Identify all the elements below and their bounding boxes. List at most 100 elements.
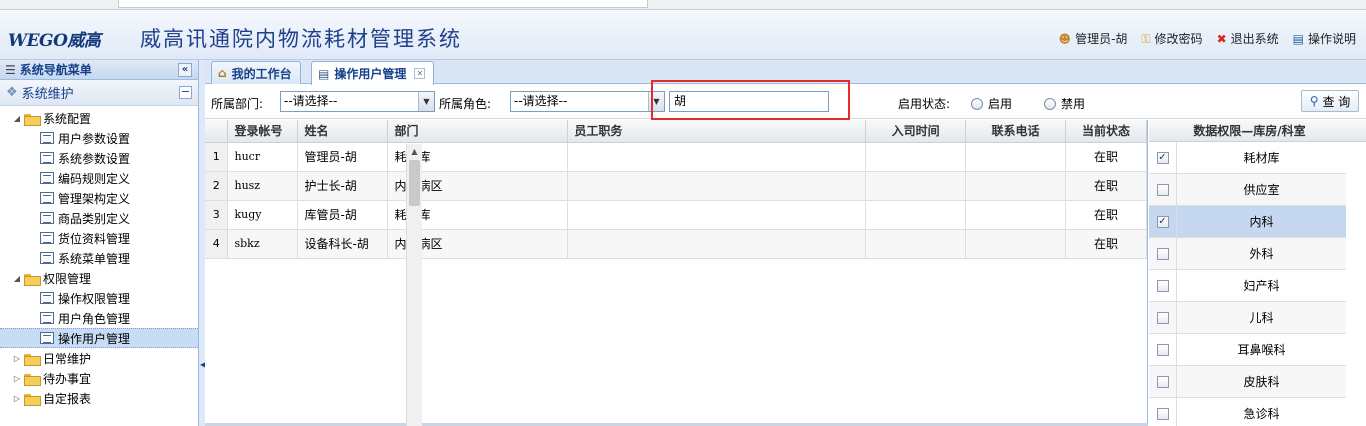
tree-group-permissions[interactable]: ◢ 权限管理 bbox=[0, 268, 198, 288]
cell-phone bbox=[965, 142, 1067, 172]
tree-item-location-data[interactable]: 货位资料管理 bbox=[0, 228, 198, 248]
permission-row[interactable]: ✓ 内科 bbox=[1149, 205, 1346, 238]
permission-panel-title: 数据权限—库房/科室 bbox=[1149, 120, 1366, 142]
permission-checkbox[interactable] bbox=[1156, 183, 1169, 196]
cell-status: 在职 bbox=[1065, 200, 1147, 230]
permission-checkbox[interactable] bbox=[1156, 311, 1169, 324]
tree-item-operation-permissions[interactable]: 操作权限管理 bbox=[0, 288, 198, 308]
table-row[interactable]: 4 sbkz 设备科长-胡 内二病区 在职 bbox=[205, 229, 1147, 259]
permission-checkbox[interactable] bbox=[1156, 343, 1169, 356]
folder-icon bbox=[24, 373, 41, 386]
name-search-input[interactable]: 胡 bbox=[669, 91, 829, 112]
cell-name: 管理员-胡 bbox=[297, 142, 389, 172]
search-button[interactable]: ⚲ 查 询 bbox=[1301, 90, 1359, 112]
tree-item-system-menu[interactable]: 系统菜单管理 bbox=[0, 248, 198, 268]
permission-row[interactable]: 外科 bbox=[1149, 237, 1346, 270]
tree-item-operation-users[interactable]: 操作用户管理 bbox=[0, 328, 198, 348]
tab-workbench[interactable]: ⌂ 我的工作台 bbox=[211, 61, 301, 84]
table-row[interactable]: 1 hucr 管理员-胡 耗材库 在职 bbox=[205, 142, 1147, 172]
column-header-hire-date[interactable]: 入司时间 bbox=[865, 120, 967, 143]
chevron-down-icon: ▼ bbox=[418, 92, 434, 111]
users-table: 登录帐号 姓名 部门 员工职务 入司时间 联系电话 当前状态 1 hucr 管理… bbox=[205, 120, 1147, 259]
role-select[interactable]: --请选择-- ▼ bbox=[510, 91, 665, 112]
tree-item-label: 用户参数设置 bbox=[58, 131, 131, 146]
tree-group-daily-maintenance[interactable]: ▷ 日常维护 bbox=[0, 348, 198, 368]
permission-row[interactable]: 皮肤科 bbox=[1149, 365, 1346, 398]
tree-item-user-roles[interactable]: 用户角色管理 bbox=[0, 308, 198, 328]
scrollbar-thumb[interactable] bbox=[409, 160, 420, 206]
permission-checkbox[interactable] bbox=[1156, 247, 1169, 260]
permission-row[interactable]: 急诊科 bbox=[1149, 397, 1346, 426]
logout-link[interactable]: ✖ 退出系统 bbox=[1217, 30, 1279, 47]
permission-row[interactable]: 耳鼻喉科 bbox=[1149, 333, 1346, 366]
column-header-position[interactable]: 员工职务 bbox=[567, 120, 867, 143]
page-icon bbox=[40, 232, 54, 244]
permission-checkbox[interactable] bbox=[1156, 375, 1169, 388]
permission-checkbox[interactable]: ✓ bbox=[1156, 215, 1169, 228]
table-row[interactable]: 2 husz 护士长-胡 内二病区 在职 bbox=[205, 171, 1147, 201]
permission-row[interactable]: 妇产科 bbox=[1149, 269, 1346, 302]
column-header-phone[interactable]: 联系电话 bbox=[965, 120, 1067, 143]
tree-item-product-category[interactable]: 商品类别定义 bbox=[0, 208, 198, 228]
disabled-radio-label: 禁用 bbox=[1061, 97, 1086, 111]
collapse-sidebar-button[interactable]: « bbox=[178, 63, 192, 77]
enabled-radio[interactable]: 启用 bbox=[971, 95, 1012, 112]
tree-group-custom-reports[interactable]: ▷ 自定报表 bbox=[0, 388, 198, 408]
column-header-name[interactable]: 姓名 bbox=[297, 120, 389, 143]
permission-row[interactable]: 供应室 bbox=[1149, 173, 1346, 206]
browser-url-strip bbox=[0, 0, 1366, 10]
book-icon: ▤ bbox=[1292, 31, 1304, 46]
page-icon bbox=[40, 312, 54, 324]
tree-item-label: 系统参数设置 bbox=[58, 151, 131, 166]
cell-name: 护士长-胡 bbox=[297, 171, 389, 201]
table-row[interactable]: 3 kugy 库管员-胡 耗材库 在职 bbox=[205, 200, 1147, 230]
permission-scrollbar[interactable]: ▲ bbox=[406, 144, 422, 426]
cell-status: 在职 bbox=[1065, 142, 1147, 172]
enabled-radio-label: 启用 bbox=[988, 97, 1013, 111]
section-header[interactable]: ❖ 系统维护 − bbox=[0, 80, 198, 106]
tree-item-user-params[interactable]: 用户参数设置 bbox=[0, 128, 198, 148]
sidebar: ☰ 系统导航菜单 « ❖ 系统维护 − ◢ 系统配置 用户参数设置 系统参数设置 … bbox=[0, 60, 199, 426]
permission-checkbox[interactable] bbox=[1156, 279, 1169, 292]
department-select[interactable]: --请选择-- ▼ bbox=[280, 91, 435, 112]
permission-checkbox[interactable]: ✓ bbox=[1156, 151, 1169, 164]
column-header-status[interactable]: 当前状态 bbox=[1065, 120, 1147, 143]
section-collapse-button[interactable]: − bbox=[179, 86, 192, 99]
sidebar-title: 系统导航菜单 bbox=[19, 63, 92, 77]
page-icon bbox=[40, 132, 54, 144]
page-icon bbox=[40, 292, 54, 304]
tab-operation-users[interactable]: ▤ 操作用户管理 ✕ bbox=[311, 61, 435, 85]
main-panel: ⌂ 我的工作台 ▤ 操作用户管理 ✕ 所属部门: --请选择-- ▼ 所属角色: --请… bbox=[205, 60, 1366, 426]
permission-checkbox[interactable] bbox=[1156, 407, 1169, 420]
tree-group-todo[interactable]: ▷ 待办事宜 bbox=[0, 368, 198, 388]
tree-item-label: 操作权限管理 bbox=[58, 291, 131, 306]
page-icon bbox=[40, 252, 54, 264]
current-user-link[interactable]: ☻ 管理员-胡 bbox=[1059, 30, 1128, 47]
tree-item-org-structure[interactable]: 管理架构定义 bbox=[0, 188, 198, 208]
folder-icon bbox=[24, 393, 41, 406]
page-icon bbox=[40, 332, 54, 344]
column-header-login[interactable]: 登录帐号 bbox=[227, 120, 299, 143]
tree-group-system-config[interactable]: ◢ 系统配置 bbox=[0, 108, 198, 128]
scroll-up-arrow-icon[interactable]: ▲ bbox=[407, 144, 422, 160]
table-header-row: 登录帐号 姓名 部门 员工职务 入司时间 联系电话 当前状态 bbox=[205, 120, 1147, 143]
close-tab-icon[interactable]: ✕ bbox=[414, 68, 426, 79]
permission-row[interactable]: ✓ 耗材库 bbox=[1149, 141, 1346, 174]
top-links: ☻ 管理员-胡 ⚿ 修改密码 ✖ 退出系统 ▤ 操作说明 bbox=[1059, 30, 1356, 47]
tree-item-label: 系统菜单管理 bbox=[58, 251, 131, 266]
tree-group-label: 自定报表 bbox=[43, 391, 92, 406]
tree-item-label: 货位资料管理 bbox=[58, 231, 131, 246]
permission-name: 急诊科 bbox=[1243, 407, 1280, 421]
cell-login: sbkz bbox=[227, 229, 299, 259]
change-password-link[interactable]: ⚿ 修改密码 bbox=[1141, 30, 1202, 47]
row-number: 3 bbox=[205, 200, 229, 230]
tree-item-code-rules[interactable]: 编码规则定义 bbox=[0, 168, 198, 188]
column-header-department[interactable]: 部门 bbox=[387, 120, 569, 143]
tree-item-system-params[interactable]: 系统参数设置 bbox=[0, 148, 198, 168]
permission-row[interactable]: 儿科 bbox=[1149, 301, 1346, 334]
folder-open-icon bbox=[24, 273, 41, 286]
tree-item-label: 编码规则定义 bbox=[58, 171, 131, 186]
help-link[interactable]: ▤ 操作说明 bbox=[1293, 30, 1356, 47]
address-bar[interactable] bbox=[118, 0, 648, 8]
disabled-radio[interactable]: 禁用 bbox=[1044, 95, 1085, 112]
